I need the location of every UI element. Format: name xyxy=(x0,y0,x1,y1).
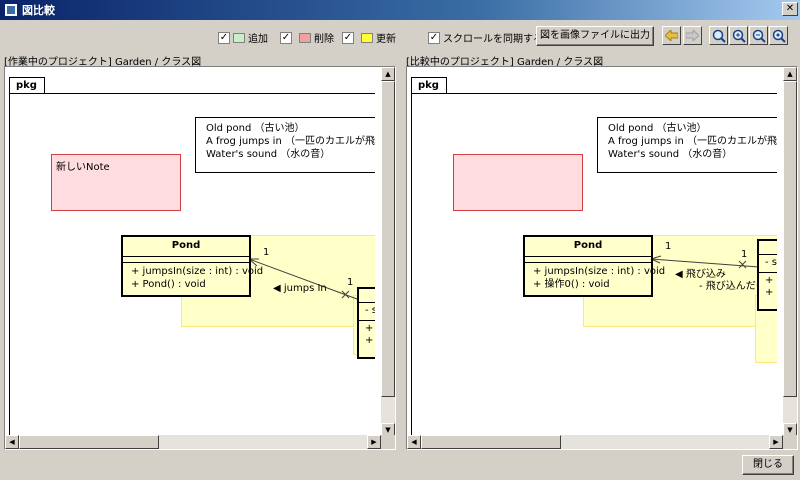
partial-op-2: + Fr xyxy=(765,287,777,298)
left-diagram-panel: pkg Old pond （古い池） A frog jumps in （一匹のカ… xyxy=(4,66,396,450)
partial-class-attr: - si xyxy=(759,255,777,273)
horizontal-scroll-thumb[interactable] xyxy=(19,435,159,449)
sync-scroll-label: スクロールを同期する xyxy=(443,34,543,45)
partial-op-1: + st xyxy=(765,275,777,286)
partial-class-header xyxy=(359,289,375,303)
right-diagram-canvas[interactable]: pkg Old pond （古い池） A frog jumps in （一匹のカ… xyxy=(407,67,777,437)
window-title: 図比較 xyxy=(22,4,55,17)
left-horizontal-scrollbar[interactable]: ◀ ▶ xyxy=(5,435,381,449)
vertical-scroll-thumb[interactable] xyxy=(783,81,797,397)
scroll-left-arrow-icon[interactable]: ◀ xyxy=(5,435,19,449)
association-label: ◀ jumps In xyxy=(273,283,327,294)
delete-label: 削除 xyxy=(314,34,334,45)
zoom-fit-button[interactable] xyxy=(709,26,728,45)
footer-bar: 閉じる xyxy=(0,452,800,480)
delete-checkbox-box[interactable]: ✓ xyxy=(280,31,292,44)
update-checkbox-box[interactable]: ✓ xyxy=(342,31,354,44)
class-name: Pond xyxy=(123,237,249,257)
operation-1: + jumpsIn(size : int) : void xyxy=(131,266,264,277)
multiplicity-1: 1 xyxy=(263,247,270,258)
close-button[interactable]: 閉じる xyxy=(742,455,794,475)
zoom-in-button[interactable] xyxy=(729,26,748,45)
partial-class-attr: - si xyxy=(359,303,375,321)
left-diagram-canvas[interactable]: pkg Old pond （古い池） A frog jumps in （一匹のカ… xyxy=(5,67,375,437)
zoom-actual-icon xyxy=(772,29,786,43)
partial-class-ops: + st + Fr xyxy=(759,273,777,301)
update-filter-checkbox[interactable]: ✓ 更新 xyxy=(342,30,396,45)
update-label: 更新 xyxy=(376,34,396,45)
zoom-actual-button[interactable] xyxy=(769,26,788,45)
add-label: 追加 xyxy=(248,34,268,45)
class-operations: + jumpsIn(size : int) : void + Pond() : … xyxy=(123,263,264,293)
pond-class[interactable]: Pond + jumpsIn(size : int) : void + Pond… xyxy=(121,235,264,297)
add-checkbox-box[interactable]: ✓ xyxy=(218,31,230,44)
title-bar: 図比較 ✕ xyxy=(0,0,800,20)
window-close-button[interactable]: ✕ xyxy=(782,2,798,16)
toolbar: ✓ 追加 ✓ 削除 ✓ 更新 ✓ スクロールを同期する 図を画像ファイルに出力 xyxy=(0,22,800,50)
partial-op-1: + s xyxy=(365,323,375,334)
multiplicity-1: 1 xyxy=(665,241,672,252)
operation-2: + 操作0() : void xyxy=(533,279,610,290)
pond-class[interactable]: Pond + jumpsIn(size : int) : void + 操作0(… xyxy=(523,235,666,297)
sync-checkbox-box[interactable]: ✓ xyxy=(428,31,440,44)
scroll-corner xyxy=(381,435,395,449)
right-diagram-panel: pkg Old pond （古い池） A frog jumps in （一匹のカ… xyxy=(406,66,798,450)
partial-class[interactable]: - si + s + F xyxy=(357,287,375,359)
multiplicity-2: 1 xyxy=(741,249,748,260)
app-icon xyxy=(4,3,18,17)
operation-2: + Pond() : void xyxy=(131,279,206,290)
operation-1: + jumpsIn(size : int) : void xyxy=(533,266,666,277)
update-color-swatch xyxy=(361,32,373,43)
delete-filter-checkbox[interactable]: ✓ 削除 xyxy=(280,30,334,45)
add-filter-checkbox[interactable]: ✓ 追加 xyxy=(218,30,268,45)
partial-class-ops: + s + F xyxy=(359,321,375,349)
scroll-corner xyxy=(783,435,797,449)
partial-class[interactable]: - si + st + Fr xyxy=(757,239,777,311)
export-image-button[interactable]: 図を画像ファイルに出力 xyxy=(536,26,654,46)
arrow-right-icon xyxy=(686,30,699,41)
class-operations: + jumpsIn(size : int) : void + 操作0() : v… xyxy=(525,263,666,293)
add-color-swatch xyxy=(233,32,245,43)
right-vertical-scrollbar[interactable]: ▲ ▼ xyxy=(783,67,797,437)
next-diff-button[interactable] xyxy=(683,26,702,45)
scroll-up-arrow-icon[interactable]: ▲ xyxy=(783,67,797,81)
zoom-fit-icon xyxy=(712,29,726,43)
class-name: Pond xyxy=(525,237,651,257)
arrow-left-icon xyxy=(665,30,678,41)
sync-scroll-checkbox[interactable]: ✓ スクロールを同期する xyxy=(428,30,543,45)
partial-class-header xyxy=(759,241,777,255)
multiplicity-2: 1 xyxy=(347,277,354,288)
scroll-left-arrow-icon[interactable]: ◀ xyxy=(407,435,421,449)
vertical-scroll-thumb[interactable] xyxy=(381,81,395,397)
zoom-out-icon xyxy=(752,29,766,43)
partial-op-2: + F xyxy=(365,335,375,346)
scroll-right-arrow-icon[interactable]: ▶ xyxy=(769,435,783,449)
prev-diff-button[interactable] xyxy=(662,26,681,45)
zoom-out-button[interactable] xyxy=(749,26,768,45)
left-vertical-scrollbar[interactable]: ▲ ▼ xyxy=(381,67,395,437)
zoom-in-icon xyxy=(732,29,746,43)
delete-color-swatch xyxy=(299,32,311,43)
scroll-right-arrow-icon[interactable]: ▶ xyxy=(367,435,381,449)
scroll-up-arrow-icon[interactable]: ▲ xyxy=(381,67,395,81)
horizontal-scroll-thumb[interactable] xyxy=(421,435,561,449)
right-horizontal-scrollbar[interactable]: ◀ ▶ xyxy=(407,435,783,449)
